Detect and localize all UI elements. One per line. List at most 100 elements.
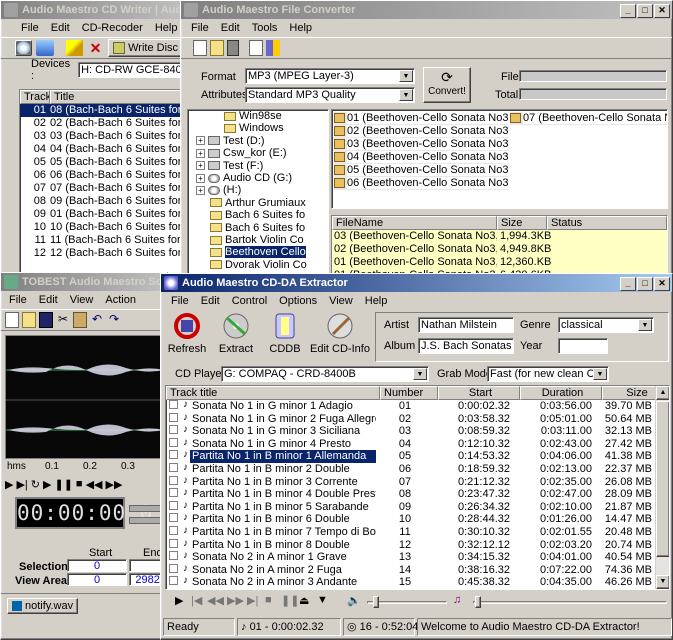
extractor-menu-view[interactable]: View [323,295,359,307]
sound-editor-titlebar[interactable]: TOBEST Audio Maestro Sound [1,273,167,291]
cd-writer-row[interactable]: 10 10 (Bach-Bach 6 Suites for Solo C [20,221,183,234]
format-dropdown-icon[interactable]: ▼ [399,70,413,82]
player-eject-icon[interactable]: ⏏ [299,594,309,607]
player-next-track-icon[interactable]: ▶| [247,594,258,607]
track-checkbox[interactable] [169,525,178,535]
player-pause-icon[interactable]: ❚❚ [281,594,299,607]
play-selection-icon[interactable]: ▶ [43,478,51,491]
extractor-minimize-button[interactable]: _ [620,277,636,291]
genre-dropdown-icon[interactable]: ▼ [638,319,652,331]
redo-icon[interactable]: ↷ [107,312,121,328]
tree-item[interactable]: + Test (F:) [188,160,328,172]
track-checkbox[interactable] [169,425,178,435]
tree-expand-icon[interactable]: + [196,161,205,171]
col-number[interactable]: Number [380,386,438,400]
queue-col-size[interactable]: Size [497,216,547,230]
cd-writer-row[interactable]: 02 02 (Bach-Bach 6 Suites for Solo C [20,117,183,130]
extractor-menu-edit[interactable]: Edit [195,295,226,307]
track-checkbox[interactable] [169,538,178,548]
track-checkbox[interactable] [169,551,178,561]
delete-icon[interactable]: ✕ [87,40,104,56]
track-row[interactable]: ♪ Partita No 1 in B minor 4 Double Presto… [166,488,669,501]
track-row[interactable]: ♪Sonata No 2 in A minor 4 Allegro160:50:… [166,588,669,589]
cd-writer-row[interactable]: 12 12 (Bach-Bach 6 Suites for Solo C [20,247,183,260]
sound-menu-view[interactable]: View [64,294,100,306]
track-row[interactable]: ♪ Partita No 1 in B minor 8 Double 12 0:32:… [166,538,669,552]
track-checkbox[interactable] [169,488,178,498]
player-rewind-icon[interactable]: ◀◀ [207,594,224,607]
convert-button[interactable]: ⟳ Convert! [423,67,471,103]
track-checkbox[interactable] [169,563,178,573]
track-checkbox[interactable] [169,412,178,422]
tree-expand-icon[interactable]: + [196,173,205,183]
edit-cd-info-button[interactable]: Edit CD-Info [309,312,371,360]
converter-menu-help[interactable]: Help [283,22,318,34]
queue-row[interactable]: 01 (Beethoven-Cello Sonata No3,5).mp312,… [332,256,667,269]
exit-icon[interactable] [266,40,280,56]
cd-writer-menu-help[interactable]: Help [149,22,183,34]
volume-slider[interactable] [367,601,447,604]
converter-titlebar[interactable]: Audio Maestro File Converter _ □ ✕ [181,1,672,19]
scroll-up-icon[interactable]: ▲ [656,386,669,400]
save-icon[interactable] [39,312,53,328]
track-row[interactable]: ♪ Partita No 1 in B minor 6 Double 10 0:28:… [166,513,669,526]
player-prev-track-icon[interactable]: |◀ [191,594,202,607]
track-checkbox[interactable] [169,500,178,510]
tree-item[interactable]: + Csw_kor (E:) [188,147,328,159]
cd-writer-row[interactable]: 03 03 (Bach-Bach 6 Suites for Solo C [20,130,183,143]
extractor-menu-control[interactable]: Control [226,295,273,307]
track-row[interactable]: ♪ Sonata No 1 in G minor 2 Fuga Allegro 02… [166,412,669,426]
attributes-dropdown-icon[interactable]: ▼ [399,89,413,101]
player-stop-icon[interactable]: ■ [265,594,272,606]
forward-icon[interactable]: ▶▶ [106,478,123,491]
converter-menu-edit[interactable]: Edit [215,22,246,34]
notify-wav-tab[interactable]: notify.wav [7,598,79,614]
track-row[interactable]: ♪ Partita No 1 in B minor 7 Tempo di Bore… [166,525,669,539]
eraser-icon[interactable] [65,40,83,56]
player-play-icon[interactable]: ▶ [175,594,183,607]
track-row[interactable]: ♪ Sonata No 2 in A minor 1 Grave 13 0:34:15… [166,551,669,564]
track-row[interactable]: ♪ Sonata No 1 in G minor 1 Adagio 01 0:00:0… [166,400,669,413]
add-file-icon[interactable] [193,40,207,56]
col-start[interactable]: Start [438,386,520,400]
grab-mode-dropdown-icon[interactable]: ▼ [593,368,607,380]
attributes-select[interactable]: Standard MP3 Quality ▼ [245,87,415,103]
tree-item[interactable]: Win98se [188,110,328,122]
volume-thumb[interactable] [373,596,379,608]
selection-start-field[interactable]: 0 [67,559,127,572]
track-row[interactable]: ♪ Partita No 1 in B minor 3 Corrente 07 0:2… [166,475,669,489]
cd-writer-row[interactable]: 06 06 (Bach-Bach 6 Suites for Solo C [20,169,183,182]
cd-writer-row[interactable]: 05 05 (Bach-Bach 6 Suites for Solo C [20,156,183,169]
file-item[interactable]: 06 (Beethoven-Cello Sonata No3,5).mp3 [334,177,509,190]
col-track[interactable]: Track [20,90,50,104]
cd-writer-row[interactable]: 08 09 (Bach-Bach 6 Suites for Solo C [20,195,183,208]
queue-row[interactable]: 02 (Beethoven-Cello Sonata No3,5).mp34,9… [332,243,667,256]
extract-button[interactable]: Extract [211,312,261,360]
delete-trash-icon[interactable] [227,40,239,56]
extractor-close-button[interactable]: ✕ [654,277,670,291]
sound-menu-edit[interactable]: Edit [33,294,64,306]
cd-writer-row[interactable]: 01 08 (Bach-Bach 6 Suites for Solo C [20,104,183,117]
cd-writer-titlebar[interactable]: Audio Maestro CD Writer | Audio [1,1,183,19]
open-icon[interactable] [22,312,36,328]
tree-item[interactable]: Beethoven Cello [188,246,328,259]
undo-icon[interactable]: ↶ [90,312,104,328]
converter-minimize-button[interactable]: _ [620,4,636,18]
cd-writer-row[interactable]: 09 01 (Bach-Bach 6 Suites for Solo C [20,208,183,221]
write-disc-button[interactable]: Write Disc [108,39,183,57]
file-item[interactable]: 01 (Beethoven-Cello Sonata No3,5).mp3 [334,112,509,125]
track-row[interactable]: ♪ Partita No 1 in B minor 5 Sarabande 09 0:… [166,500,669,514]
file-item[interactable]: 07 (Beethoven-Cello Sonata No3,5).mp3 [510,112,667,125]
track-checkbox[interactable] [169,462,178,472]
track-row[interactable]: ♪ Sonata No 1 in G minor 3 Siciliana 03 0:0… [166,425,669,438]
player-forward-icon[interactable]: ▶▶ [227,594,244,607]
extractor-menu-help[interactable]: Help [359,295,394,307]
track-checkbox[interactable] [169,437,178,447]
extractor-titlebar[interactable]: Audio Maestro CD-DA Extractor _ □ ✕ [161,274,672,292]
cut-icon[interactable]: ✂ [56,312,70,328]
waveform-area[interactable] [5,335,165,459]
add-folder-icon[interactable] [210,40,224,56]
cddb-button[interactable]: CDDB [263,312,307,360]
scroll-thumb[interactable] [656,401,669,557]
cd-writer-menu-edit[interactable]: Edit [45,22,76,34]
